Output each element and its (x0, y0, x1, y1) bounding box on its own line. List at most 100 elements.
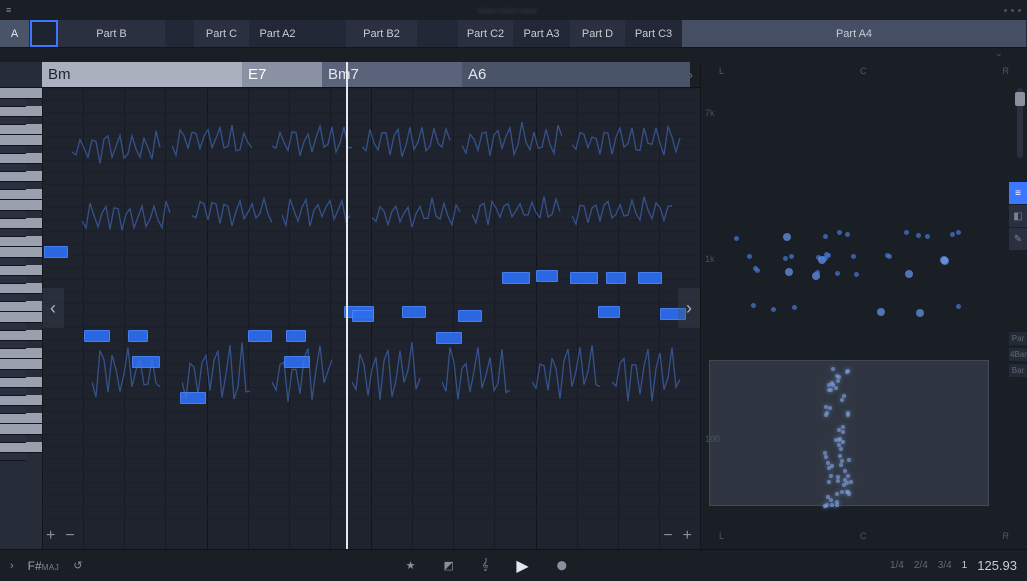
piano-key[interactable] (0, 435, 26, 443)
piano-key[interactable] (0, 341, 26, 349)
chord-segment[interactable]: Bm (42, 62, 242, 87)
piano-key[interactable] (0, 171, 42, 182)
piano-key[interactable] (0, 189, 42, 200)
piano-key[interactable] (0, 395, 42, 406)
next-section-icon[interactable]: › (678, 288, 700, 328)
piano-key[interactable] (0, 153, 42, 164)
expand-icon[interactable]: › (10, 560, 14, 572)
metronome-icon[interactable]: ◩ (443, 559, 453, 572)
part-slot[interactable] (30, 20, 58, 47)
side-label[interactable]: Par (1009, 332, 1027, 345)
note[interactable] (84, 330, 110, 342)
part-slot[interactable]: Part C (194, 20, 250, 47)
note-grid[interactable]: ‹ › + − − + (42, 88, 700, 549)
note[interactable] (502, 272, 530, 284)
piano-key[interactable] (0, 413, 42, 424)
piano-key[interactable] (0, 388, 26, 396)
key-display[interactable]: F#MAJ (28, 559, 60, 573)
note[interactable] (352, 310, 374, 322)
piano-key[interactable] (0, 229, 26, 237)
tuning-fork-icon[interactable]: 𝄞 (482, 559, 489, 572)
playhead[interactable] (346, 62, 348, 549)
undo-icon[interactable]: ↺ (73, 559, 82, 572)
chord-segment[interactable]: E7 (242, 62, 322, 87)
piano-key[interactable] (0, 182, 26, 190)
part-slot[interactable]: Part C3 (626, 20, 682, 47)
note[interactable] (180, 392, 206, 404)
note-editor[interactable]: ‹ › + − − + (0, 88, 700, 549)
piano-key[interactable] (0, 146, 26, 154)
note[interactable] (44, 246, 68, 258)
piano-key[interactable] (0, 200, 42, 211)
record-button[interactable]: ⬤ (557, 560, 567, 571)
note[interactable] (128, 330, 148, 342)
piano-key[interactable] (0, 258, 26, 266)
piano-key[interactable] (0, 377, 42, 388)
part-slot[interactable]: Part C2 (458, 20, 514, 47)
zoom-out-icon-r[interactable]: − (663, 527, 672, 545)
part-slot[interactable]: Part D (570, 20, 626, 47)
part-slot[interactable]: Part B2 (346, 20, 418, 47)
piano-key[interactable] (0, 312, 42, 323)
piano-key[interactable] (0, 99, 26, 107)
piano-roll[interactable] (0, 88, 42, 549)
piano-key[interactable] (0, 453, 26, 461)
piano-key[interactable] (0, 117, 26, 125)
piano-key[interactable] (0, 218, 42, 229)
zoom-in-icon[interactable]: + (46, 527, 55, 545)
note[interactable] (536, 270, 558, 282)
note[interactable] (132, 356, 160, 368)
part-letter[interactable]: A (0, 20, 30, 47)
part-slot[interactable]: Part A4 (682, 20, 1027, 47)
note[interactable] (570, 272, 598, 284)
piano-key[interactable] (0, 442, 42, 453)
piano-key[interactable] (0, 88, 42, 99)
bpm-display[interactable]: 125.93 (977, 558, 1017, 573)
piano-key[interactable] (0, 330, 42, 341)
sig-3[interactable]: 3/4 (938, 560, 952, 571)
piano-key[interactable] (0, 247, 42, 258)
play-button[interactable]: ▶ (516, 556, 528, 576)
chord-segment[interactable]: A6 (462, 62, 690, 87)
part-slot[interactable] (306, 20, 346, 47)
piano-key[interactable] (0, 211, 26, 219)
piano-key[interactable] (0, 106, 42, 117)
chord-segment[interactable]: Bm7 (322, 62, 462, 87)
piano-key[interactable] (0, 135, 42, 146)
piano-key[interactable] (0, 301, 42, 312)
note[interactable] (402, 306, 426, 318)
note[interactable] (606, 272, 626, 284)
note[interactable] (458, 310, 482, 322)
sig-1[interactable]: 1/4 (890, 560, 904, 571)
menu-icon[interactable]: ≡ (6, 5, 11, 15)
piano-key[interactable] (0, 276, 26, 284)
note[interactable] (248, 330, 272, 342)
zoom-in-icon-r[interactable]: + (683, 527, 692, 545)
piano-key[interactable] (0, 236, 42, 247)
piano-key[interactable] (0, 348, 42, 359)
window-controls[interactable] (1004, 9, 1021, 12)
side-label[interactable]: 4Bar (1009, 348, 1027, 361)
piano-key[interactable] (0, 406, 26, 414)
chevron-down-icon[interactable]: ⌄ (995, 48, 1003, 62)
note[interactable] (436, 332, 462, 344)
zoom-out-icon[interactable]: − (65, 527, 74, 545)
note[interactable] (638, 272, 662, 284)
note[interactable] (598, 306, 620, 318)
piano-key[interactable] (0, 164, 26, 172)
note[interactable] (286, 330, 306, 342)
part-slot[interactable] (166, 20, 194, 47)
piano-key[interactable] (0, 370, 26, 378)
piano-key[interactable] (0, 283, 42, 294)
side-tab[interactable]: ◧ (1009, 205, 1027, 227)
part-slot[interactable]: Part B (58, 20, 166, 47)
part-slot[interactable] (418, 20, 458, 47)
prev-section-icon[interactable]: ‹ (42, 288, 64, 328)
sig-2[interactable]: 2/4 (914, 560, 928, 571)
overview-viewport[interactable] (709, 360, 989, 506)
piano-key[interactable] (0, 265, 42, 276)
piano-key[interactable] (0, 424, 42, 435)
part-slot[interactable]: Part A2 (250, 20, 306, 47)
side-label[interactable]: Bar (1009, 364, 1027, 377)
side-tab[interactable]: ✎ (1009, 228, 1027, 250)
